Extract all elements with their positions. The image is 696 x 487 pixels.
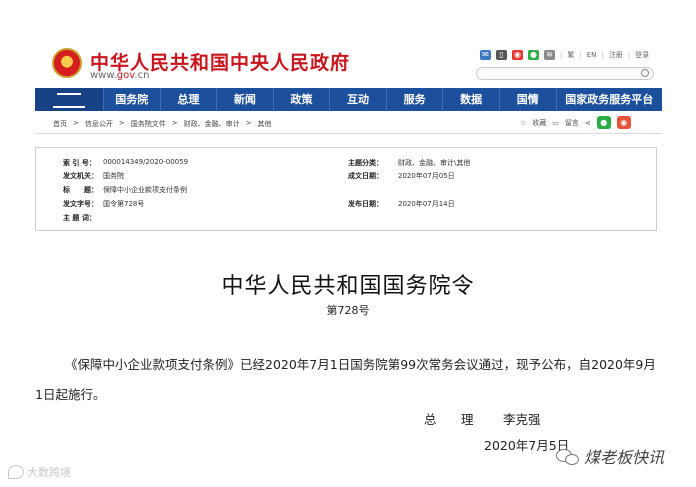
document-title: 中华人民共和国国务院令 bbox=[221, 274, 475, 299]
document-info-box: 索 引 号： 000014349/2020-00059 主题分类： 财政、金融、审计… bbox=[35, 147, 657, 231]
nav-home-gate-icon[interactable] bbox=[35, 88, 103, 111]
document-number: 第728号 bbox=[326, 304, 370, 317]
info-issuer-row: 发文机关： 国务院 bbox=[63, 172, 124, 180]
watermark-logo-icon bbox=[8, 465, 24, 479]
share-icon[interactable]: ⋖ bbox=[585, 119, 591, 127]
wechat-share-icon[interactable]: ● bbox=[596, 116, 611, 129]
favorite-link[interactable]: 收藏 bbox=[532, 118, 546, 128]
main-nav: 国务院 总理 新闻 政策 互动 服务 数据 国情 国家政务服务平台 bbox=[35, 88, 662, 111]
mail-icon[interactable]: ✉ bbox=[480, 50, 491, 60]
weibo-share-icon[interactable]: ◉ bbox=[616, 116, 631, 129]
watermark-left: 大数跨境 bbox=[8, 464, 71, 480]
wechat-icon[interactable]: ● bbox=[528, 50, 539, 60]
search-input[interactable] bbox=[476, 67, 654, 80]
signature-role: 总 理 bbox=[424, 412, 480, 427]
divider bbox=[35, 133, 662, 134]
login-link[interactable]: 登录 bbox=[635, 50, 649, 60]
register-link[interactable]: 注册 bbox=[609, 50, 623, 60]
nav-item-service[interactable]: 服务 bbox=[385, 88, 443, 111]
comment-icon[interactable]: ▭ bbox=[552, 119, 559, 127]
breadcrumb-state-council-docs[interactable]: 国务院文件 bbox=[131, 119, 166, 129]
breadcrumb-other[interactable]: 其他 bbox=[258, 119, 272, 129]
national-emblem-icon[interactable] bbox=[52, 48, 82, 78]
nav-item-news[interactable]: 新闻 bbox=[216, 88, 273, 111]
info-written-row: 成文日期： 2020年07月05日 bbox=[348, 172, 455, 180]
nav-item-premier[interactable]: 总理 bbox=[159, 88, 217, 111]
weibo-icon[interactable]: ◉ bbox=[512, 50, 523, 60]
breadcrumb-home[interactable]: 首页 bbox=[53, 119, 67, 129]
breadcrumb-finance[interactable]: 财政、金融、审计 bbox=[184, 119, 240, 129]
traditional-link[interactable]: 繁 bbox=[567, 50, 574, 60]
nav-item-state-council[interactable]: 国务院 bbox=[103, 88, 160, 111]
page-tools: ☆ 收藏 ▭ 留言 ⋖ ● ◉ bbox=[520, 116, 631, 129]
mobile-icon[interactable]: ▯ bbox=[496, 50, 507, 60]
top-links: ✉ ▯ ◉ ● ≋ | 繁 | EN | 注册 | 登录 bbox=[480, 50, 649, 60]
info-published-row: 发布日期： 2020年07月14日 bbox=[348, 200, 455, 208]
search-icon[interactable] bbox=[641, 69, 649, 77]
info-keywords-row: 主 题 词： bbox=[63, 214, 96, 222]
nav-item-data[interactable]: 数据 bbox=[442, 88, 499, 111]
breadcrumb: 首页 > 信息公开 > 国务院文件 > 财政、金融、审计 > 其他 bbox=[53, 119, 272, 129]
nav-item-service-platform[interactable]: 国家政务服务平台 bbox=[555, 88, 663, 111]
nav-item-policy[interactable]: 政策 bbox=[272, 88, 330, 111]
comment-link[interactable]: 留言 bbox=[565, 118, 579, 128]
info-docno-row: 发文字号： 国令第728号 bbox=[63, 200, 145, 208]
info-subject-row: 主题分类： 财政、金融、审计\其他 bbox=[348, 159, 471, 167]
wechat-watermark-icon bbox=[556, 446, 580, 466]
english-link[interactable]: EN bbox=[587, 51, 597, 59]
site-url[interactable]: www.gov.cn bbox=[90, 70, 149, 81]
info-title-row: 标 题： 保障中小企业款项支付条例 bbox=[63, 186, 187, 194]
info-index-row: 索 引 号： 000014349/2020-00059 bbox=[63, 158, 189, 167]
rss-icon[interactable]: ≋ bbox=[544, 50, 555, 60]
star-icon[interactable]: ☆ bbox=[520, 119, 526, 127]
nav-item-national-info[interactable]: 国情 bbox=[498, 88, 556, 111]
breadcrumb-info-disclosure[interactable]: 信息公开 bbox=[85, 119, 113, 129]
signature-name: 李克强 bbox=[503, 412, 541, 427]
document-paragraph: 《保障中小企业款项支付条例》已经2020年7月1日国务院第99次常务会议通过，现… bbox=[35, 357, 656, 402]
nav-item-interaction[interactable]: 互动 bbox=[329, 88, 386, 111]
watermark-right: 煤老板快讯 bbox=[556, 444, 664, 468]
